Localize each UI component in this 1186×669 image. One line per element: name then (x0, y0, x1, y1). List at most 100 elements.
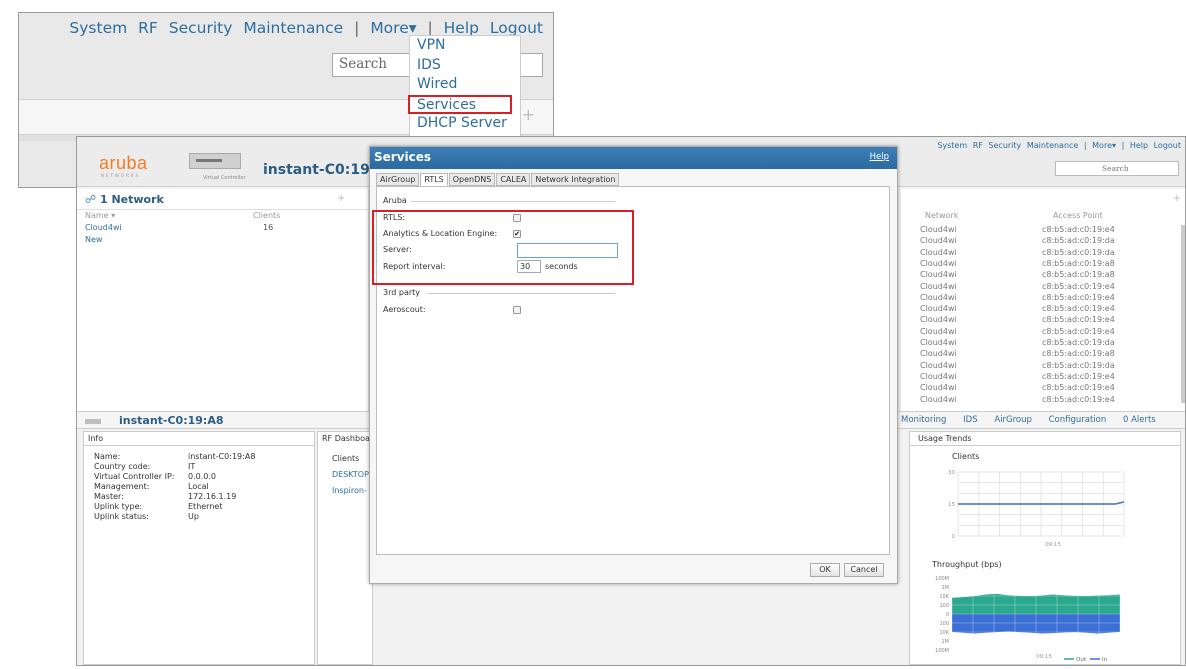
client-row-access-point: c8:b5:ad:c0:19:e4 (1042, 383, 1115, 393)
client-row-network[interactable]: Cloud4wi (920, 338, 957, 347)
client-row-network[interactable]: Cloud4wi (920, 293, 957, 302)
client-row-network[interactable]: Cloud4wi (920, 304, 957, 313)
info-key: Virtual Controller IP: (94, 472, 175, 481)
tab-monitoring[interactable]: Monitoring (901, 415, 946, 425)
client-row-network[interactable]: Cloud4wi (920, 225, 957, 234)
col-name-header[interactable]: Name ▾ (85, 211, 115, 220)
nav-help[interactable]: Help (1130, 141, 1148, 150)
throughput-y-tick-label: 100M (935, 576, 949, 582)
rtls-highlight-box (372, 210, 634, 285)
tab-opendns[interactable]: OpenDNS (448, 173, 496, 186)
info-key: Master: (94, 492, 124, 501)
zoom-plus-icon[interactable]: + (522, 105, 535, 124)
ok-button[interactable]: OK (810, 563, 840, 577)
tab-network-integration[interactable]: Network Integration (531, 173, 620, 186)
client-row-access-point: c8:b5:ad:c0:19:a8 (1042, 270, 1115, 280)
col-clients-header[interactable]: Clients (253, 211, 280, 220)
network-row-clients: 16 (263, 223, 274, 232)
throughput-chart: 100M 1M 10K 100 0 100 10K 1M 100M 09:15 Out In (935, 576, 1121, 662)
info-key: Uplink type: (94, 502, 143, 511)
zoom-nav-separator: | (354, 19, 360, 37)
legend-out-label: Out (1076, 657, 1087, 662)
client-row-access-point: c8:b5:ad:c0:19:da (1042, 247, 1115, 257)
aruba-section-rule (411, 201, 615, 202)
tab-configuration[interactable]: Configuration (1049, 415, 1107, 425)
third-party-section-label: 3rd party (383, 288, 420, 297)
client-row-access-point: c8:b5:ad:c0:19:da (1042, 236, 1115, 246)
client-row-network[interactable]: Cloud4wi (920, 349, 957, 358)
aeroscout-checkbox[interactable] (513, 306, 521, 314)
col-network-header[interactable]: Network (925, 211, 958, 220)
client-row-network[interactable]: Cloud4wi (920, 395, 957, 404)
clients-panel: + Network Access Point Cloud4wi c8:b5:ad:… (901, 189, 1185, 411)
rf-clients-label: Clients (332, 454, 360, 463)
new-network-link[interactable]: New (85, 235, 102, 244)
tab-airgroup[interactable]: AirGroup (376, 173, 420, 186)
clients-chart-title: Clients (952, 452, 980, 461)
client-row-network[interactable]: Cloud4wi (920, 372, 957, 381)
nav-security[interactable]: Security (988, 141, 1021, 150)
tab-calea[interactable]: CALEA (496, 173, 531, 186)
menu-item-services[interactable]: Services (408, 94, 512, 114)
tab-rtls[interactable]: RTLS (420, 173, 448, 186)
nav-rf[interactable]: RF (973, 141, 983, 150)
client-row-access-point: c8:b5:ad:c0:19:da (1042, 360, 1115, 370)
menu-item-wired[interactable]: Wired (410, 75, 520, 95)
zoom-nav-maintenance[interactable]: Maintenance (243, 19, 343, 37)
menu-item-vpn[interactable]: VPN (410, 36, 520, 56)
access-point-icon (85, 419, 101, 424)
clients-chart: 0 15 30 09:15 (948, 470, 1125, 548)
zoom-nav-security[interactable]: Security (169, 19, 233, 37)
zoom-nav-rf[interactable]: RF (138, 19, 158, 37)
throughput-y-tick-label: 1M (942, 639, 950, 645)
info-panel: Info Name: instant-C0:19:A8 Country code… (83, 431, 315, 665)
cancel-button[interactable]: Cancel (844, 563, 884, 577)
throughput-y-tick-label: 100M (935, 648, 949, 654)
rf-client-link[interactable]: DESKTOP (332, 470, 369, 479)
client-row-network[interactable]: Cloud4wi (920, 270, 957, 279)
virtual-controller-label: Virtual Controller (203, 175, 246, 181)
clients-y-tick-label: 0 (952, 534, 956, 540)
throughput-y-tick-label: 10K (939, 630, 949, 636)
tab-ids[interactable]: IDS (963, 415, 977, 425)
clients-scrollbar[interactable] (1181, 225, 1185, 403)
client-row-network[interactable]: Cloud4wi (920, 248, 957, 257)
tab-alerts[interactable]: 0 Alerts (1123, 415, 1156, 425)
add-network-icon[interactable]: + (337, 193, 345, 204)
dialog-help-link[interactable]: Help (870, 152, 889, 162)
col-access-point-header[interactable]: Access Point (1053, 211, 1103, 220)
client-row-network[interactable]: Cloud4wi (920, 259, 957, 268)
client-row-network[interactable]: Cloud4wi (920, 361, 957, 370)
nav-separator: | (1121, 141, 1125, 150)
search-input[interactable]: Search (1055, 161, 1179, 176)
info-value: Local (188, 482, 209, 491)
client-row-access-point: c8:b5:ad:c0:19:a8 (1042, 349, 1115, 359)
client-row-network[interactable]: Cloud4wi (920, 236, 957, 245)
info-value: 172.16.1.19 (188, 492, 237, 501)
tab-airgroup[interactable]: AirGroup (994, 415, 1032, 425)
nav-system[interactable]: System (937, 141, 967, 150)
instant-name: instant-C0:19:A8 (119, 414, 224, 427)
clients-plus-icon[interactable]: + (1173, 193, 1181, 204)
zoom-nav-system[interactable]: System (69, 19, 127, 37)
nav-more[interactable]: More▾ (1092, 141, 1116, 150)
client-row-network[interactable]: Cloud4wi (920, 383, 957, 392)
client-row-network[interactable]: Cloud4wi (920, 327, 957, 336)
controller-name: instant-C0:19: (263, 162, 376, 178)
aruba-section-label: Aruba (383, 196, 407, 205)
menu-item-dhcp-server[interactable]: DHCP Server (410, 114, 520, 134)
nav-maintenance[interactable]: Maintenance (1027, 141, 1079, 150)
networks-title: ☍ 1 Network (85, 193, 164, 206)
aeroscout-label: Aeroscout: (383, 305, 426, 314)
network-row-name[interactable]: Cloud4wi (85, 223, 122, 232)
rf-dashboard-panel: RF Dashboard Clients DESKTOP Inspiron- (317, 431, 373, 665)
nav-logout[interactable]: Logout (1154, 141, 1181, 150)
client-row-access-point: c8:b5:ad:c0:19:e4 (1042, 371, 1115, 381)
client-row-network[interactable]: Cloud4wi (920, 315, 957, 324)
rf-client-link[interactable]: Inspiron- (332, 486, 367, 495)
clients-y-tick-label: 15 (948, 502, 955, 508)
client-row-access-point: c8:b5:ad:c0:19:e4 (1042, 326, 1115, 336)
client-row-network[interactable]: Cloud4wi (920, 282, 957, 291)
menu-item-ids[interactable]: IDS (410, 56, 520, 76)
dialog-tabs: AirGroup RTLS OpenDNS CALEA Network Integrat… (376, 173, 620, 186)
